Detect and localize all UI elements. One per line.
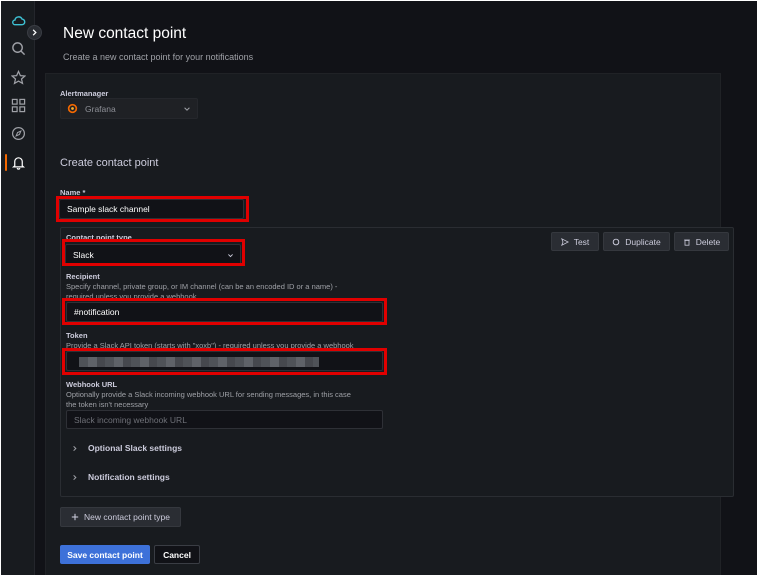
duplicate-button[interactable]: Duplicate [603,232,670,251]
highlight-name [56,196,249,222]
copy-icon [613,238,620,245]
search-icon[interactable] [10,40,26,56]
optional-slack-settings-label: Optional Slack settings [88,443,182,453]
explore-icon[interactable] [10,125,26,141]
chevron-down-icon [184,107,190,111]
alertmanager-label: Alertmanager [60,89,109,98]
page-subtitle: Create a new contact point for your noti… [63,52,254,62]
bell-icon[interactable] [10,154,26,170]
webhook-label: Webhook URL [66,380,118,389]
expand-sidebar-button[interactable] [27,25,42,40]
active-indicator [5,154,7,171]
token-label: Token [66,331,88,340]
highlight-recipient [62,298,387,325]
notification-settings-label: Notification settings [88,472,170,482]
contact-point-box: Contact point type Slack Test Duplicate … [60,227,734,497]
new-contact-point-type-label: New contact point type [84,512,170,522]
app-window: New contact point Create a new contact p… [1,1,757,575]
page-header: New contact point Create a new contact p… [63,25,253,62]
duplicate-label: Duplicate [625,236,661,247]
recipient-description-1: Specify channel, private group, or IM ch… [66,282,338,291]
chevron-right-icon [73,474,77,480]
delete-label: Delete [695,236,721,247]
notification-settings-toggle[interactable]: Notification settings [71,472,170,482]
star-icon[interactable] [10,69,26,85]
webhook-description-2: the token isn't necessary [66,399,149,409]
save-contact-point-button[interactable]: Save contact point [60,545,150,564]
section-title: Create contact point [60,157,159,169]
plus-icon [71,513,79,521]
new-contact-point-type-button[interactable]: New contact point type [60,507,181,527]
test-label: Test [573,236,590,247]
chevron-right-icon [32,29,37,36]
page-title: New contact point [63,25,187,42]
grafana-logo-icon [67,103,78,114]
highlight-token [62,348,387,375]
cancel-button[interactable]: Cancel [154,545,200,564]
dashboards-icon[interactable] [10,97,26,113]
webhook-description-1: Optionally provide a Slack incoming webh… [66,390,351,399]
trash-icon [683,239,690,246]
content-panel: Alertmanager Grafana Create contact poin… [45,73,734,575]
delete-button[interactable]: Delete [674,232,729,251]
test-button[interactable]: Test [551,232,599,251]
optional-slack-settings-toggle[interactable]: Optional Slack settings [71,443,182,453]
highlight-type [62,239,245,266]
webhook-input[interactable]: Slack incoming webhook URL [66,410,383,429]
cloud-icon[interactable] [10,12,26,28]
alertmanager-select[interactable]: Grafana [60,98,198,119]
recipient-label: Recipient [66,272,100,281]
chevron-right-icon [73,445,77,451]
send-icon [560,237,569,246]
alertmanager-value: Grafana [85,103,116,114]
sidebar [1,1,35,575]
